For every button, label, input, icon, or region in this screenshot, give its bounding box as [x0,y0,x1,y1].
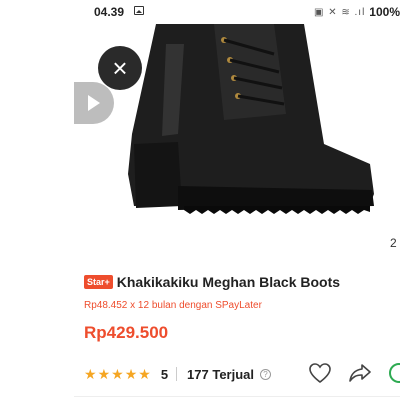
share-button[interactable] [348,362,372,384]
product-title: Khakikakiku Meghan Black Boots [116,274,341,290]
product-price: Rp429.500 [84,323,169,342]
star-icon: ★ [97,366,111,382]
star-icon: ★ [124,366,138,382]
chat-button[interactable] [388,362,400,384]
bottom-divider [74,396,400,397]
rating-value: 5 [160,366,169,382]
favorite-button[interactable] [308,362,332,384]
gallery-notification-icon [134,6,144,15]
heart-icon [309,363,331,384]
installment-info[interactable]: Rp48.452 x 12 bulan dengan SPayLater [84,300,262,311]
star-icon: ★ [111,366,124,382]
star-icon: ★ [84,366,97,382]
status-time: 04.39 [94,5,125,19]
status-bar: 04.39 ▣ ✕ ≋ .ıl 100% [74,0,400,24]
close-button[interactable]: × [98,46,142,90]
rating-stars: ★ ★ ★ ★ ★ [84,367,151,381]
chat-icon [389,363,400,383]
sold-count: 177 Terjual [187,366,255,382]
star-plus-badge: Star+ [84,275,113,289]
battery-level: 100% [369,5,400,19]
image-index: 2 [390,236,397,250]
status-icons: ▣ ✕ ≋ .ıl 100% [314,5,400,19]
play-icon [88,95,100,111]
share-icon [349,364,371,382]
play-video-button[interactable] [74,82,114,124]
close-icon: × [112,53,128,83]
product-title-row: Star+ Khakikakiku Meghan Black Boots [84,272,400,292]
left-edge [0,0,74,400]
star-icon: ★ [138,366,151,382]
help-icon[interactable]: ? [260,368,272,380]
divider [176,367,178,381]
signal-icons: ▣ ✕ ≋ .ıl [313,6,366,18]
